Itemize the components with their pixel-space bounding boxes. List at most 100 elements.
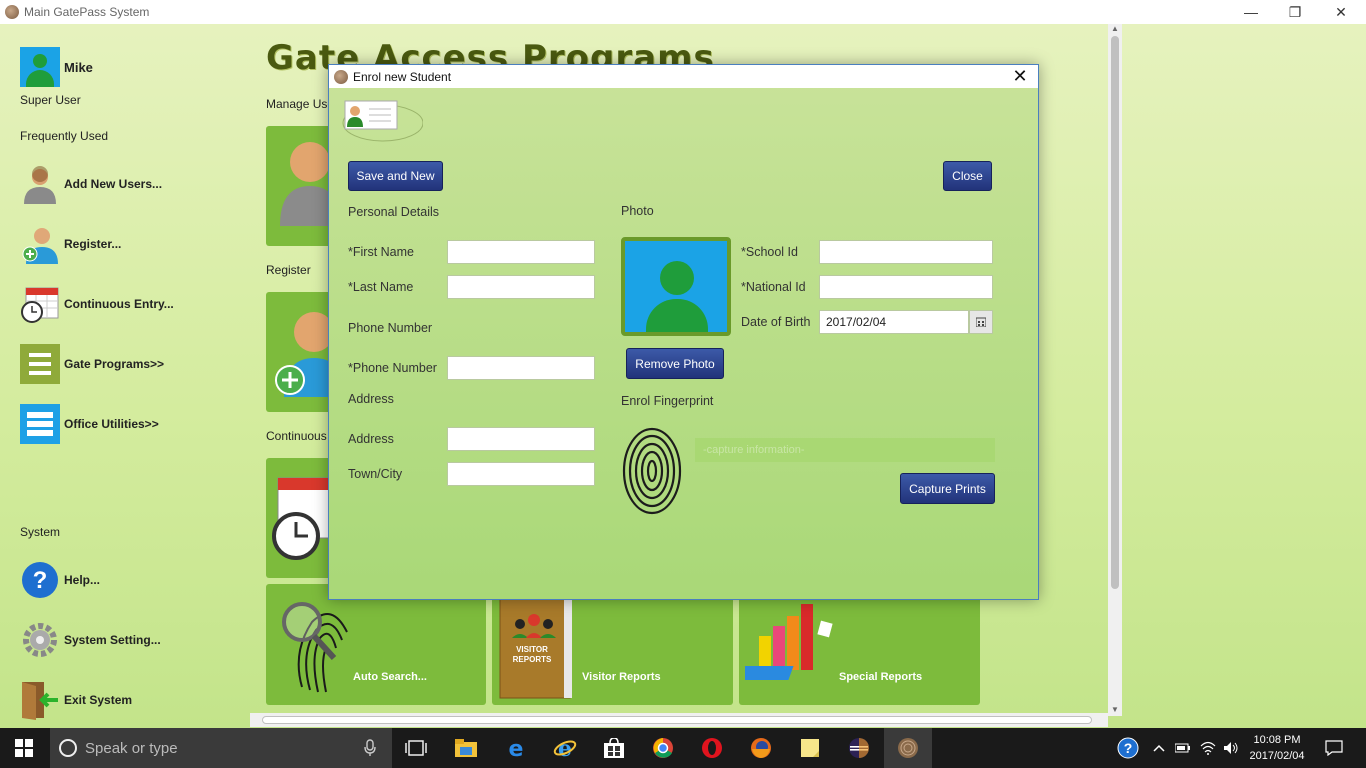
user-icon bbox=[20, 164, 60, 204]
personal-details-label: Personal Details bbox=[348, 205, 440, 219]
restore-button[interactable]: ❐ bbox=[1272, 0, 1318, 24]
file-explorer-icon[interactable] bbox=[442, 728, 490, 768]
town-city-label: Town/City bbox=[348, 467, 403, 481]
window-close-button[interactable]: ✕ bbox=[1318, 0, 1364, 24]
firefox-icon[interactable] bbox=[737, 728, 785, 768]
svg-text:VISITOR: VISITOR bbox=[516, 645, 548, 654]
scroll-thumb[interactable] bbox=[1111, 36, 1119, 589]
svg-text:REPORTS: REPORTS bbox=[513, 655, 552, 664]
clock-date: 2017/02/04 bbox=[1249, 750, 1305, 762]
search-input[interactable]: Speak or type bbox=[50, 728, 392, 768]
svg-text:?: ? bbox=[1124, 740, 1133, 756]
sidebar-item-continuous-entry[interactable]: Continuous Entry... bbox=[20, 284, 240, 324]
eclipse-icon[interactable] bbox=[835, 728, 883, 768]
tile-auto-search[interactable]: Auto Search... bbox=[266, 584, 486, 705]
calendar-clock-icon bbox=[20, 284, 60, 324]
sidebar-item-gate-programs[interactable]: Gate Programs>> bbox=[20, 344, 240, 384]
scroll-thumb[interactable] bbox=[262, 716, 1092, 724]
avatar bbox=[20, 47, 60, 87]
wifi-icon[interactable] bbox=[1196, 728, 1220, 768]
opera-icon[interactable] bbox=[688, 728, 736, 768]
task-view-icon[interactable] bbox=[392, 728, 440, 768]
address-section-label: Address bbox=[348, 392, 394, 406]
school-id-field[interactable] bbox=[819, 240, 993, 264]
date-of-birth-field[interactable]: 2017/02/04 bbox=[819, 310, 969, 334]
minimize-button[interactable]: — bbox=[1228, 0, 1274, 24]
visitor-reports-icon: VISITOR REPORTS bbox=[499, 597, 572, 699]
edge-icon[interactable]: e bbox=[492, 728, 540, 768]
store-icon[interactable] bbox=[590, 728, 638, 768]
gatepass-app-icon[interactable] bbox=[884, 728, 932, 768]
register-user-icon bbox=[275, 312, 336, 397]
register-user-icon bbox=[20, 224, 60, 264]
person-placeholder-icon bbox=[660, 261, 694, 295]
help-tray-icon[interactable]: ? bbox=[1106, 728, 1150, 768]
chrome-icon[interactable] bbox=[639, 728, 687, 768]
last-name-field[interactable] bbox=[447, 275, 595, 299]
sidebar-item-exit-system[interactable]: Exit System bbox=[20, 680, 240, 720]
national-id-field[interactable] bbox=[819, 275, 993, 299]
national-id-label: *National Id bbox=[741, 280, 806, 294]
fingerprint-search-icon bbox=[282, 602, 348, 693]
sticky-notes-icon[interactable] bbox=[786, 728, 834, 768]
town-city-field[interactable] bbox=[447, 462, 595, 486]
phone-section-label: Phone Number bbox=[348, 321, 433, 335]
section-manage-users-label: Manage Use bbox=[266, 97, 335, 111]
photo-label: Photo bbox=[621, 204, 654, 218]
capture-information-field[interactable]: -capture information- bbox=[695, 438, 995, 462]
fingerprint-icon bbox=[622, 427, 682, 515]
tile-manage-users[interactable] bbox=[266, 126, 336, 246]
user-name: Mike bbox=[64, 60, 93, 75]
start-button[interactable] bbox=[0, 728, 48, 768]
tile-special-reports[interactable]: Special Reports bbox=[739, 584, 980, 705]
sidebar-item-system-setting[interactable]: System Setting... bbox=[20, 620, 240, 660]
window-titlebar: Main GatePass System — ❐ ✕ bbox=[0, 0, 1366, 24]
first-name-field[interactable] bbox=[447, 240, 595, 264]
user-role: Super User bbox=[20, 93, 81, 107]
student-photo[interactable] bbox=[621, 237, 731, 336]
notification-icon[interactable] bbox=[1312, 728, 1356, 768]
dialog-titlebar: Enrol new Student ✕ bbox=[329, 65, 1038, 88]
volume-icon[interactable] bbox=[1220, 728, 1242, 768]
user-icon bbox=[280, 142, 336, 226]
phone-number-field[interactable] bbox=[447, 356, 595, 380]
system-label: System bbox=[20, 525, 61, 539]
enrol-fingerprint-label: Enrol Fingerprint bbox=[621, 394, 714, 408]
gear-icon bbox=[20, 620, 60, 660]
school-id-label: *School Id bbox=[741, 245, 798, 259]
tile-visitor-reports[interactable]: VISITOR REPORTS Visitor Reports bbox=[492, 584, 733, 705]
battery-icon[interactable] bbox=[1172, 728, 1194, 768]
sidebar-item-office-utilities[interactable]: Office Utilities>> bbox=[20, 404, 240, 444]
sidebar-item-register[interactable]: Register... bbox=[20, 224, 240, 264]
capture-prints-button[interactable]: Capture Prints bbox=[900, 473, 995, 504]
horizontal-scrollbar[interactable] bbox=[250, 713, 1108, 727]
clock-time: 10:08 PM bbox=[1253, 734, 1301, 746]
internet-explorer-icon[interactable]: e bbox=[541, 728, 589, 768]
sidebar-item-add-new-users[interactable]: Add New Users... bbox=[20, 164, 240, 204]
clock[interactable]: 10:08 PM 2017/02/04 bbox=[1246, 732, 1308, 764]
dialog-close-icon[interactable]: ✕ bbox=[1010, 67, 1030, 87]
sidebar-item-help[interactable]: ? Help... bbox=[20, 560, 240, 600]
scroll-down-icon[interactable]: ▼ bbox=[1108, 705, 1122, 715]
windows-logo-icon bbox=[15, 739, 33, 757]
help-icon: ? bbox=[20, 560, 60, 600]
save-and-new-button[interactable]: Save and New bbox=[348, 161, 443, 191]
cortana-icon bbox=[59, 739, 77, 757]
remove-photo-button[interactable]: Remove Photo bbox=[626, 348, 724, 379]
tile-continuous-entry[interactable] bbox=[266, 458, 336, 578]
calendar-picker-icon[interactable] bbox=[969, 310, 993, 334]
svg-text:e: e bbox=[558, 736, 572, 760]
chart-icon bbox=[745, 604, 833, 680]
vertical-scrollbar[interactable]: ▲ ▼ bbox=[1108, 24, 1122, 716]
app-logo-icon bbox=[334, 69, 348, 84]
svg-text:e: e bbox=[509, 737, 524, 759]
chevron-up-icon[interactable] bbox=[1150, 728, 1168, 768]
tile-register[interactable] bbox=[266, 292, 336, 412]
window-title: Main GatePass System bbox=[24, 5, 150, 19]
frequently-used-label: Frequently Used bbox=[20, 129, 109, 143]
scroll-up-icon[interactable]: ▲ bbox=[1108, 24, 1122, 34]
address-field[interactable] bbox=[447, 427, 595, 451]
close-button[interactable]: Close bbox=[943, 161, 992, 191]
microphone-icon[interactable] bbox=[364, 739, 376, 757]
svg-text:?: ? bbox=[33, 567, 48, 594]
